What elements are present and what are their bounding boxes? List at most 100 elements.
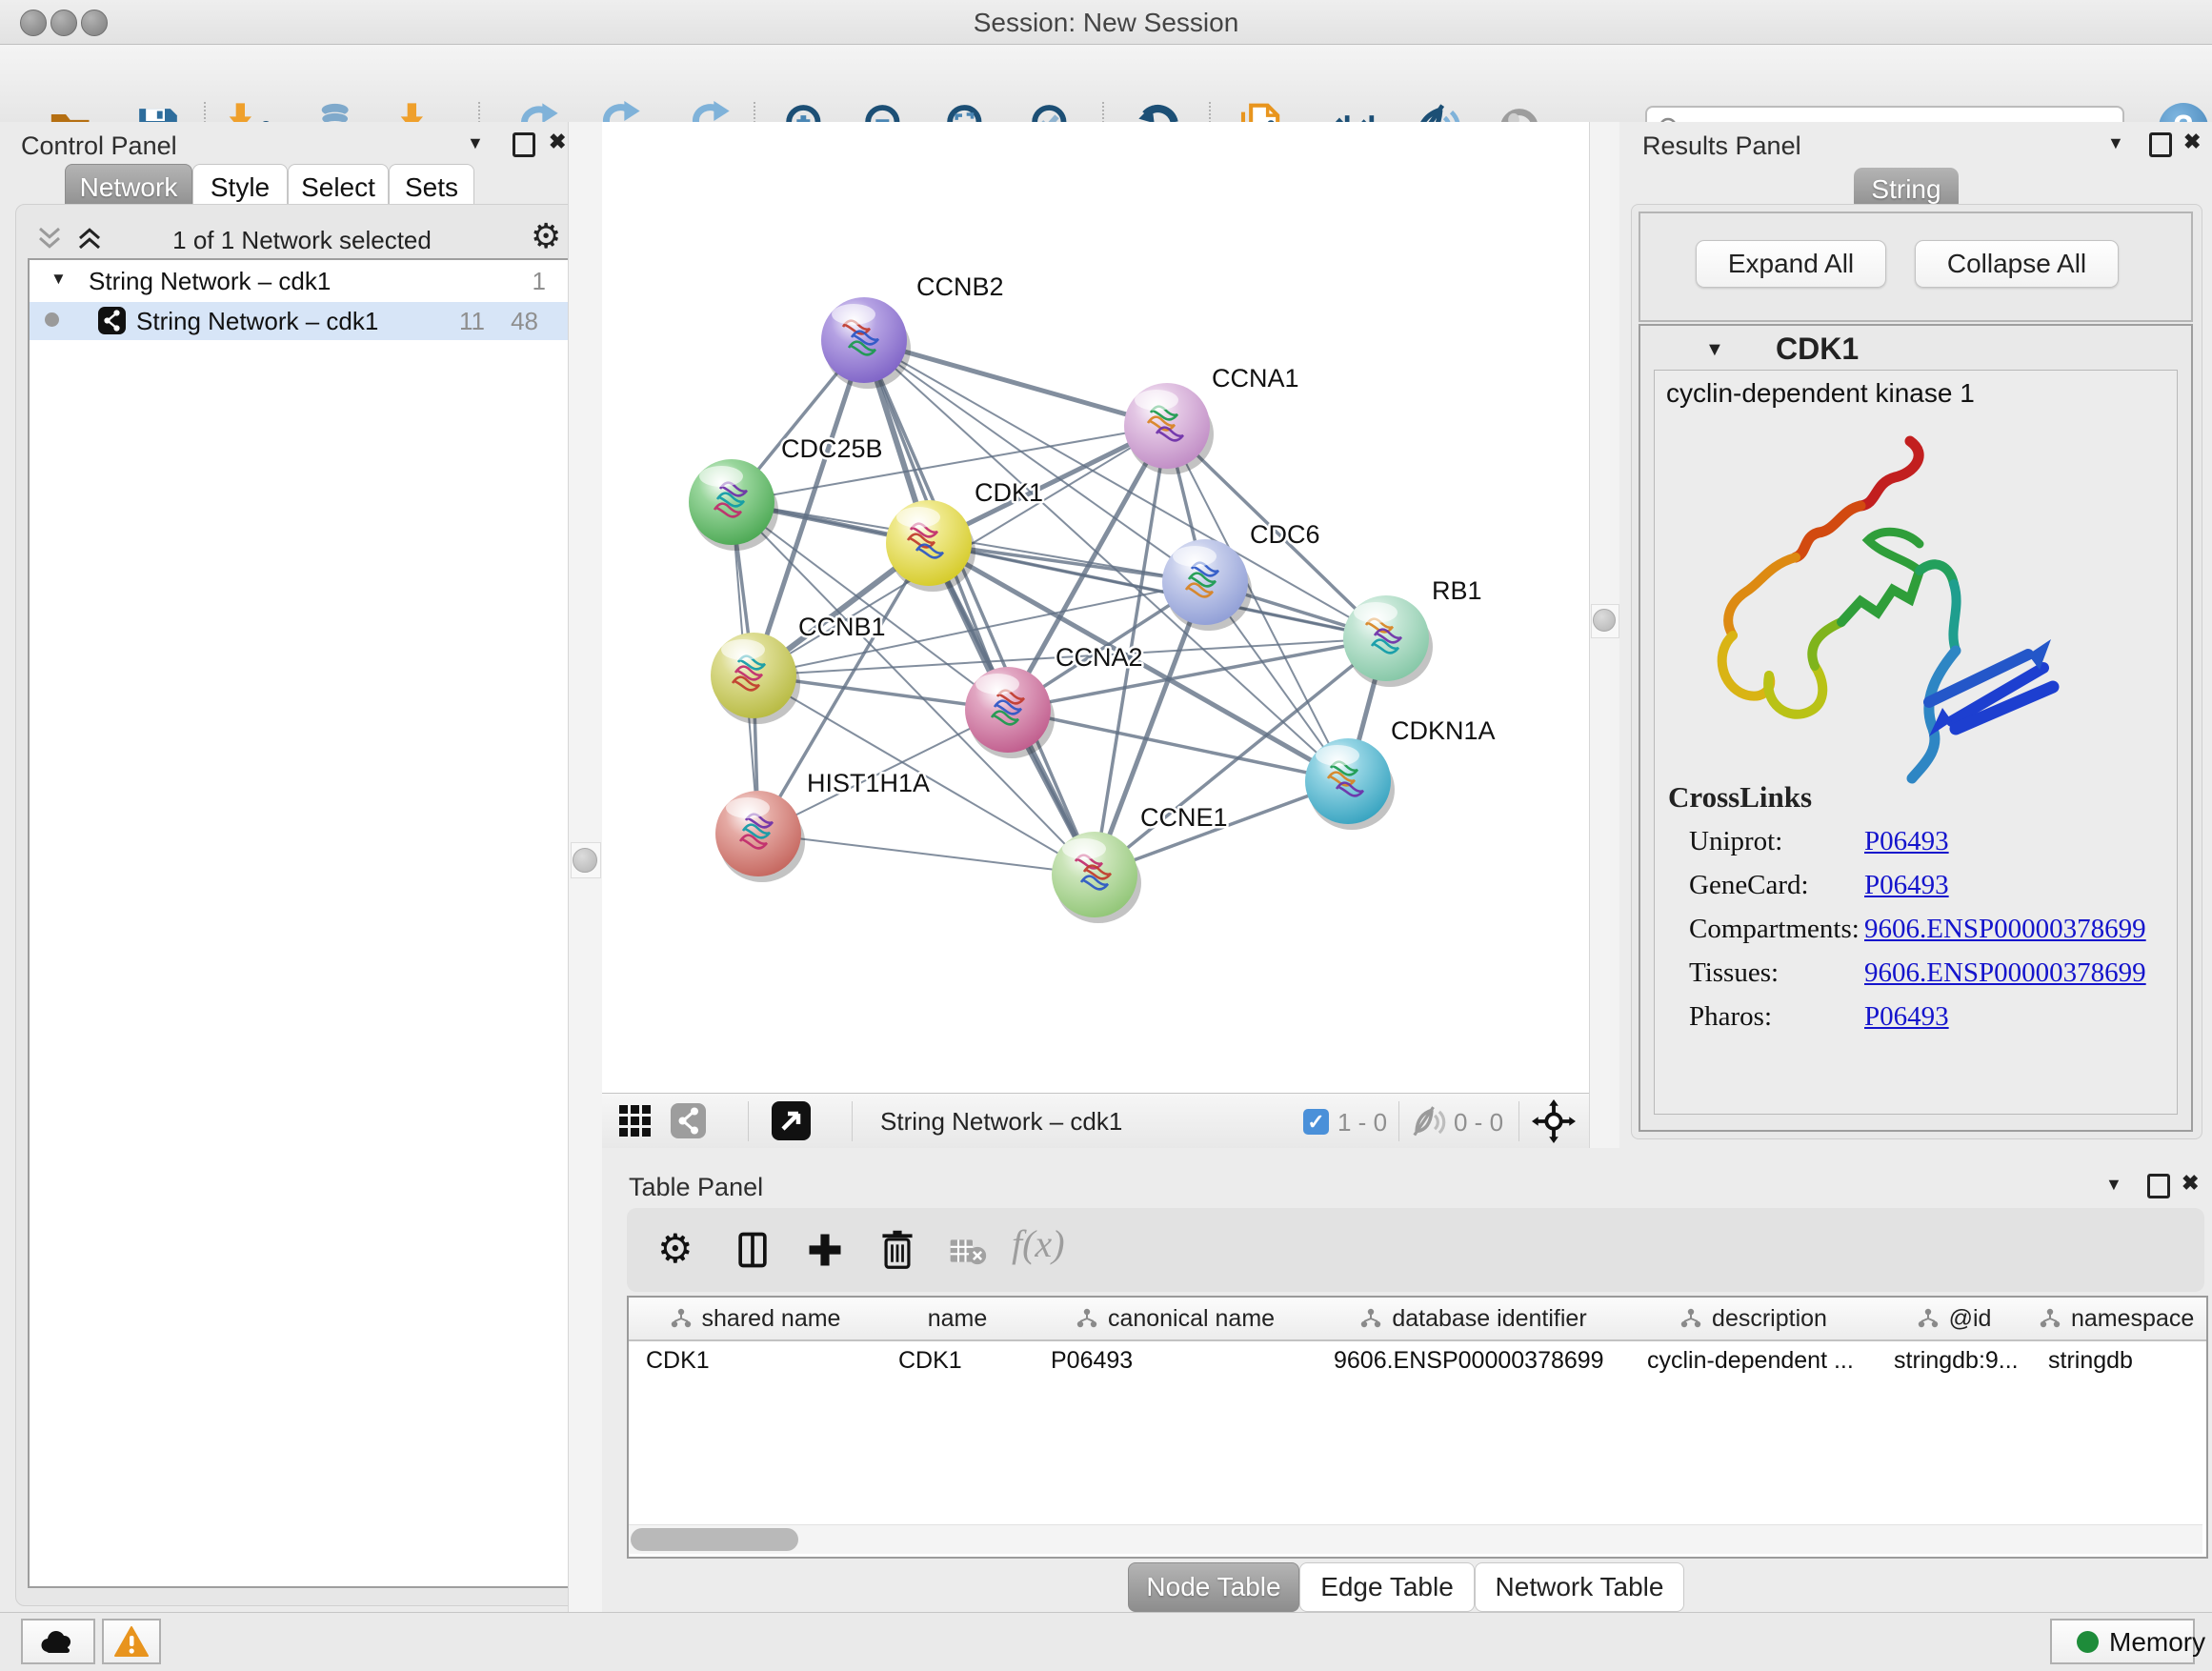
network-node[interactable]: CCNA1	[1124, 364, 1299, 474]
network-node[interactable]: CDC6	[1162, 520, 1320, 631]
gene-name: CDK1	[1776, 332, 1859, 367]
separator	[1518, 1101, 1519, 1141]
table-panel: Table Panel ▼ ✖ ⚙ f(x)	[602, 1148, 2212, 1612]
string-network-badge-icon	[98, 307, 126, 334]
network-collection-row[interactable]: ▼ String Network – cdk1 1	[30, 266, 574, 300]
warning-status-button[interactable]	[102, 1619, 161, 1664]
show-columns-icon[interactable]	[732, 1229, 774, 1271]
column-header-database-identifier[interactable]: database identifier	[1317, 1298, 1631, 1341]
table-cell[interactable]: P06493	[1034, 1341, 1317, 1379]
float-panel-icon[interactable]	[2149, 132, 2172, 157]
section-collapse-icon[interactable]: ▼	[1705, 339, 1724, 361]
panel-menu-icon[interactable]: ▼	[2105, 1175, 2122, 1195]
crosslink-label: Compartments:	[1689, 914, 1860, 944]
tab-network-table[interactable]: Network Table	[1475, 1562, 1684, 1612]
grid-view-icon[interactable]	[619, 1105, 652, 1137]
right-splitter[interactable]	[1589, 122, 1621, 1148]
node-label: CCNB1	[798, 613, 886, 641]
node-label: RB1	[1432, 576, 1482, 605]
node-label: CCNB2	[916, 272, 1004, 301]
separator	[852, 1101, 853, 1141]
delete-column-trash-icon[interactable]	[876, 1227, 918, 1271]
function-builder-icon[interactable]: f(x)	[1012, 1221, 1065, 1266]
node-label: CCNE1	[1140, 803, 1228, 832]
left-splitter-handle[interactable]	[573, 848, 597, 873]
network-tree: ▼ String Network – cdk1 1 String Network…	[28, 258, 576, 1588]
birdseye-view-icon[interactable]	[772, 1101, 811, 1140]
network-options-gear-icon[interactable]: ⚙	[531, 216, 561, 256]
network-node[interactable]: CDKN1A	[1305, 716, 1496, 830]
network-node[interactable]: HIST1H1A	[715, 769, 930, 882]
network-node[interactable]: CCNE1	[1052, 803, 1228, 923]
crosslink-row: Uniprot:	[1689, 826, 1782, 857]
column-header-shared-name[interactable]: shared name	[629, 1298, 882, 1341]
column-header-name[interactable]: name	[881, 1298, 1035, 1341]
network-canvas[interactable]: CCNB2CCNA1CDC25BCDK1CDC6RB1CCNB1CCNA2CDK…	[602, 122, 1589, 1093]
expand-collapse-box: Expand All Collapse All	[1639, 211, 2193, 322]
selected-checkbox-icon[interactable]: ✓	[1303, 1109, 1329, 1135]
cloud-status-button[interactable]	[21, 1619, 95, 1664]
network-tab-content: 1 of 1 Network selected ⚙ ▼ String Netwo…	[15, 204, 587, 1606]
gene-section: ▼ CDK1 cyclin-dependent kinase 1	[1639, 324, 2193, 1132]
float-panel-icon[interactable]	[2147, 1174, 2170, 1198]
memory-button[interactable]: Memory	[2050, 1619, 2195, 1664]
node-table: shared name name canonical name database…	[627, 1296, 2208, 1559]
close-panel-icon[interactable]: ✖	[2183, 130, 2201, 154]
close-panel-icon[interactable]: ✖	[2182, 1171, 2199, 1196]
tab-node-table[interactable]: Node Table	[1128, 1562, 1299, 1612]
network-row-selected[interactable]: String Network – cdk1 11 48	[30, 302, 574, 340]
crosslink-label: Uniprot:	[1689, 826, 1782, 856]
column-header-namespace[interactable]: namespace	[2031, 1298, 2208, 1341]
tab-edge-table[interactable]: Edge Table	[1299, 1562, 1475, 1612]
network-selection-status: 1 of 1 Network selected	[111, 226, 493, 255]
create-column-plus-icon[interactable]	[804, 1229, 846, 1271]
crosslink-label: Tissues:	[1689, 957, 1779, 988]
table-cell[interactable]: CDK1	[881, 1341, 1034, 1379]
collapse-all-chevrons-icon[interactable]	[35, 224, 64, 252]
expand-all-button[interactable]: Expand All	[1696, 240, 1886, 288]
panel-menu-icon[interactable]: ▼	[2107, 133, 2124, 153]
gene-details-box: cyclin-dependent kinase 1	[1654, 370, 2178, 1115]
network-node[interactable]: RB1	[1343, 576, 1482, 687]
table-cell[interactable]: 9606.ENSP00000378699	[1317, 1341, 1630, 1379]
delete-table-icon[interactable]	[949, 1237, 987, 1265]
network-node[interactable]: CDK1	[886, 478, 1043, 592]
table-hscrollbar[interactable]	[629, 1524, 2202, 1554]
crosslink-link[interactable]: P06493	[1864, 826, 1949, 857]
left-splitter[interactable]	[568, 122, 604, 1612]
panel-menu-icon[interactable]: ▼	[467, 133, 484, 153]
collection-expand-icon[interactable]: ▼	[50, 270, 67, 289]
node-label: CDK1	[975, 478, 1043, 507]
cloud-icon	[39, 1627, 77, 1656]
fit-content-crosshair-icon[interactable]	[1532, 1099, 1576, 1143]
crosslink-row: GeneCard:	[1689, 870, 1809, 901]
hidden-node-edge-counts: 0 - 0	[1454, 1108, 1503, 1137]
collapse-all-button[interactable]: Collapse All	[1915, 240, 2119, 288]
table-cell[interactable]: stringdb:9...	[1877, 1341, 2031, 1379]
float-panel-icon[interactable]	[513, 132, 535, 157]
results-panel-title: Results Panel	[1642, 131, 1801, 161]
status-bar: Memory	[0, 1612, 2212, 1671]
crosslink-link[interactable]: 9606.ENSP00000378699	[1864, 914, 2146, 945]
crosslink-link[interactable]: P06493	[1864, 870, 1949, 901]
crosslink-label: Pharos:	[1689, 1001, 1772, 1032]
column-header-description[interactable]: description	[1630, 1298, 1878, 1341]
expand-all-chevrons-icon[interactable]	[75, 224, 104, 252]
crosslink-label: GeneCard:	[1689, 870, 1809, 900]
table-cell[interactable]: stringdb	[2031, 1341, 2206, 1379]
network-share-icon[interactable]	[671, 1103, 706, 1138]
table-cell[interactable]: cyclin-dependent ...	[1630, 1341, 1877, 1379]
gene-description: cyclin-dependent kinase 1	[1666, 378, 1975, 409]
right-splitter-handle[interactable]	[1593, 609, 1616, 632]
table-settings-gear-icon[interactable]: ⚙	[657, 1225, 694, 1272]
column-header-canonical-name[interactable]: canonical name	[1034, 1298, 1317, 1341]
column-header-id[interactable]: @id	[1877, 1298, 2032, 1341]
crosslink-link[interactable]: 9606.ENSP00000378699	[1864, 957, 2146, 989]
crosslink-link[interactable]: P06493	[1864, 1001, 1949, 1033]
main-toolbar: ?	[0, 45, 2212, 124]
table-cell[interactable]: CDK1	[629, 1341, 881, 1379]
network-edge-count: 48	[491, 307, 538, 336]
close-panel-icon[interactable]: ✖	[549, 130, 566, 154]
table-hscrollbar-thumb[interactable]	[631, 1528, 798, 1551]
network-title: String Network – cdk1	[880, 1107, 1122, 1137]
